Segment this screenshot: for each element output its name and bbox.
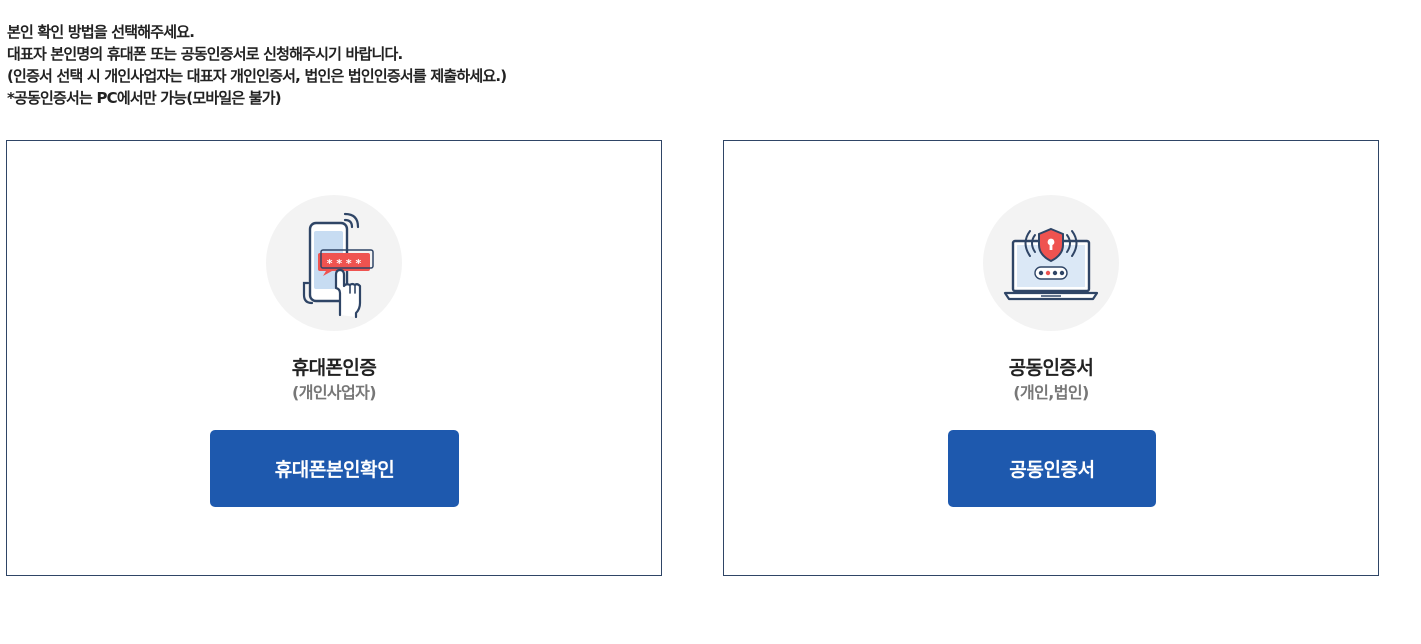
svg-text:* * * *: * * * * <box>327 257 362 270</box>
laptop-shield-icon-graphic <box>1003 227 1099 301</box>
instruction-line: *공동인증서는 PC에서만 가능(모바일은 불가) <box>7 89 282 107</box>
phone-touch-icon: * * * * <box>266 195 402 331</box>
instruction-line: (인증서 선택 시 개인사업자는 대표자 개인인증서, 법인은 법인인증서를 제… <box>7 67 507 85</box>
phone-touch-icon-graphic: * * * * <box>302 212 374 319</box>
certificate-card: 공동인증서 (개인,법인) 공동인증서 <box>723 140 1379 576</box>
instruction-line: 대표자 본인명의 휴대폰 또는 공동인증서로 신청해주시기 바랍니다. <box>7 45 403 63</box>
phone-verification-card: * * * * 휴대폰인증 (개인사업자) 휴대폰본인확인 <box>6 140 662 576</box>
laptop-shield-icon <box>983 195 1119 331</box>
certificate-button[interactable]: 공동인증서 <box>948 430 1156 507</box>
card-title: 휴대폰인증 <box>291 357 377 379</box>
card-title: 공동인증서 <box>1008 357 1094 379</box>
instructions: 본인 확인 방법을 선택해주세요. 대표자 본인명의 휴대폰 또는 공동인증서로… <box>7 21 507 109</box>
card-subtitle: (개인,법인) <box>1013 383 1089 402</box>
card-subtitle: (개인사업자) <box>291 383 377 402</box>
instruction-line: 본인 확인 방법을 선택해주세요. <box>7 23 195 41</box>
phone-verify-button[interactable]: 휴대폰본인확인 <box>210 430 459 507</box>
